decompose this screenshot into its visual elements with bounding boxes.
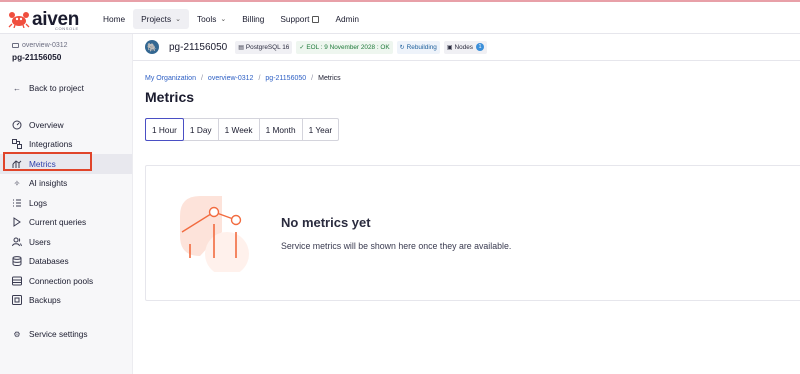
server-icon: ▤	[238, 44, 244, 51]
nodes-icon: ▣	[446, 44, 453, 51]
sidebar-item-logs[interactable]: Logs	[0, 193, 132, 213]
breadcrumb-separator: /	[258, 75, 261, 82]
nav-billing[interactable]: Billing	[234, 9, 272, 29]
sidebar-item-connection-pools[interactable]: Connection pools	[0, 271, 132, 291]
empty-state-subtitle: Service metrics will be shown here once …	[281, 241, 512, 251]
empty-state-title: No metrics yet	[281, 215, 371, 230]
range-1-year[interactable]: 1 Year	[303, 119, 339, 140]
pool-icon	[12, 276, 22, 286]
sidebar-item-label: Databases	[29, 256, 69, 267]
chevron-down-icon: ⌄	[220, 16, 227, 23]
backup-icon	[12, 295, 22, 306]
range-1-month[interactable]: 1 Month	[260, 119, 303, 140]
users-icon	[12, 237, 22, 247]
database-icon	[12, 256, 22, 267]
main-nav: Home Projects ⌄ Tools ⌄ Billing Support Ad…	[95, 9, 367, 29]
breadcrumb-separator: /	[311, 75, 314, 82]
sidebar-project[interactable]: overview-0312	[12, 42, 68, 49]
sidebar: overview-0312 pg-21156050 ← Back to proj…	[0, 34, 133, 374]
sidebar-item-label: Integrations	[29, 139, 73, 150]
sidebar-item-label: Users	[29, 236, 51, 247]
play-icon	[12, 217, 22, 228]
sidebar-item-label: Connection pools	[29, 275, 94, 286]
back-to-project-label: Back to project	[29, 83, 84, 93]
nav-home[interactable]: Home	[95, 9, 133, 29]
sidebar-item-metrics[interactable]: Metrics	[0, 154, 132, 174]
breadcrumb-service[interactable]: pg-21156050	[265, 75, 306, 82]
status-label: Rebuilding	[406, 43, 437, 51]
metrics-empty-state: No metrics yet Service metrics will be s…	[145, 165, 800, 301]
check-circle-icon: ✓	[299, 44, 305, 51]
sidebar-item-databases[interactable]: Databases	[0, 252, 132, 272]
crab-logo-icon	[8, 12, 30, 28]
engine-badge: ▤ PostgreSQL 16	[235, 40, 293, 54]
nav-billing-label: Billing	[242, 14, 265, 24]
sidebar-menu: Overview Integrations Metrics ✧ AI insig…	[0, 115, 132, 310]
sidebar-item-users[interactable]: Users	[0, 232, 132, 252]
nav-admin-label: Admin	[335, 14, 359, 24]
breadcrumb-separator: /	[200, 75, 203, 82]
eol-badge: ✓ EOL : 9 November 2028 : OK	[296, 40, 393, 54]
external-link-icon	[312, 15, 320, 23]
sidebar-item-label: Backups	[29, 295, 61, 306]
sidebar-item-service-settings[interactable]: ⚙ Service settings	[12, 329, 88, 339]
back-to-project-link[interactable]: ← Back to project	[12, 83, 84, 93]
top-navbar: aiven CONSOLE Home Projects ⌄ Tools ⌄ Bill…	[0, 0, 800, 34]
sidebar-item-label: Current queries	[29, 217, 87, 228]
time-range-selector: 1 Hour 1 Day 1 Week 1 Month 1 Year	[145, 118, 340, 141]
arrow-left-icon: ←	[13, 83, 21, 93]
nodes-count: 1	[476, 43, 485, 51]
eol-label: EOL : 9 November 2028 : OK	[306, 43, 390, 51]
folder-icon	[12, 43, 19, 48]
gear-icon: ⚙	[13, 329, 21, 339]
breadcrumb-organization[interactable]: My Organization	[145, 75, 196, 82]
sidebar-item-label: Logs	[29, 197, 47, 208]
nav-support-label: Support	[280, 14, 310, 24]
service-name: pg-21156050	[169, 41, 228, 53]
range-1-week[interactable]: 1 Week	[219, 119, 260, 140]
sidebar-service-name: pg-21156050	[12, 52, 62, 62]
sidebar-project-name: overview-0312	[22, 42, 68, 49]
range-1-day[interactable]: 1 Day	[184, 119, 219, 140]
status-badge: ↻ Rebuilding	[396, 40, 440, 54]
logo-subtext: CONSOLE	[55, 26, 79, 31]
nav-admin[interactable]: Admin	[327, 9, 367, 29]
engine-label: PostgreSQL 16	[245, 43, 290, 51]
sidebar-item-label: Overview	[29, 119, 64, 130]
sidebar-item-integrations[interactable]: Integrations	[0, 135, 132, 155]
empty-chart-illustration-icon	[180, 196, 249, 272]
gauge-icon	[12, 120, 22, 130]
nodes-badge[interactable]: ▣ Nodes 1	[443, 40, 488, 54]
range-1-hour[interactable]: 1 Hour	[145, 118, 184, 141]
metrics-icon	[12, 159, 22, 169]
breadcrumb: My Organization / overview-0312 / pg-211…	[145, 75, 341, 82]
sidebar-item-backups[interactable]: Backups	[0, 291, 132, 311]
nav-support[interactable]: Support	[272, 9, 327, 29]
page-title: Metrics	[145, 89, 195, 105]
sidebar-item-current-queries[interactable]: Current queries	[0, 213, 132, 233]
chevron-down-icon: ⌄	[175, 16, 181, 23]
aiven-logo[interactable]: aiven CONSOLE	[8, 6, 98, 32]
service-header: 🐘 pg-21156050 ▤ PostgreSQL 16 ✓ EOL : 9 No…	[133, 34, 800, 61]
nav-projects-label: Projects	[141, 14, 172, 24]
breadcrumb-project[interactable]: overview-0312	[208, 75, 254, 82]
sidebar-item-label: Metrics	[29, 158, 56, 169]
refresh-icon: ↻	[399, 44, 405, 51]
integrations-icon	[12, 139, 22, 150]
sidebar-item-ai-insights[interactable]: ✧ AI insights	[0, 174, 132, 194]
sidebar-item-label: Service settings	[29, 329, 88, 339]
nav-tools-label: Tools	[197, 14, 217, 24]
breadcrumb-current: Metrics	[318, 75, 341, 82]
sidebar-item-label: AI insights	[29, 178, 68, 189]
sidebar-item-overview[interactable]: Overview	[0, 115, 132, 135]
nodes-label: Nodes	[454, 43, 474, 51]
nav-projects[interactable]: Projects ⌄	[133, 9, 189, 29]
sparkle-icon: ✧	[13, 178, 21, 188]
nav-home-label: Home	[103, 14, 126, 24]
postgresql-icon: 🐘	[145, 40, 159, 54]
nav-tools[interactable]: Tools ⌄	[189, 9, 234, 29]
list-icon	[12, 198, 22, 208]
